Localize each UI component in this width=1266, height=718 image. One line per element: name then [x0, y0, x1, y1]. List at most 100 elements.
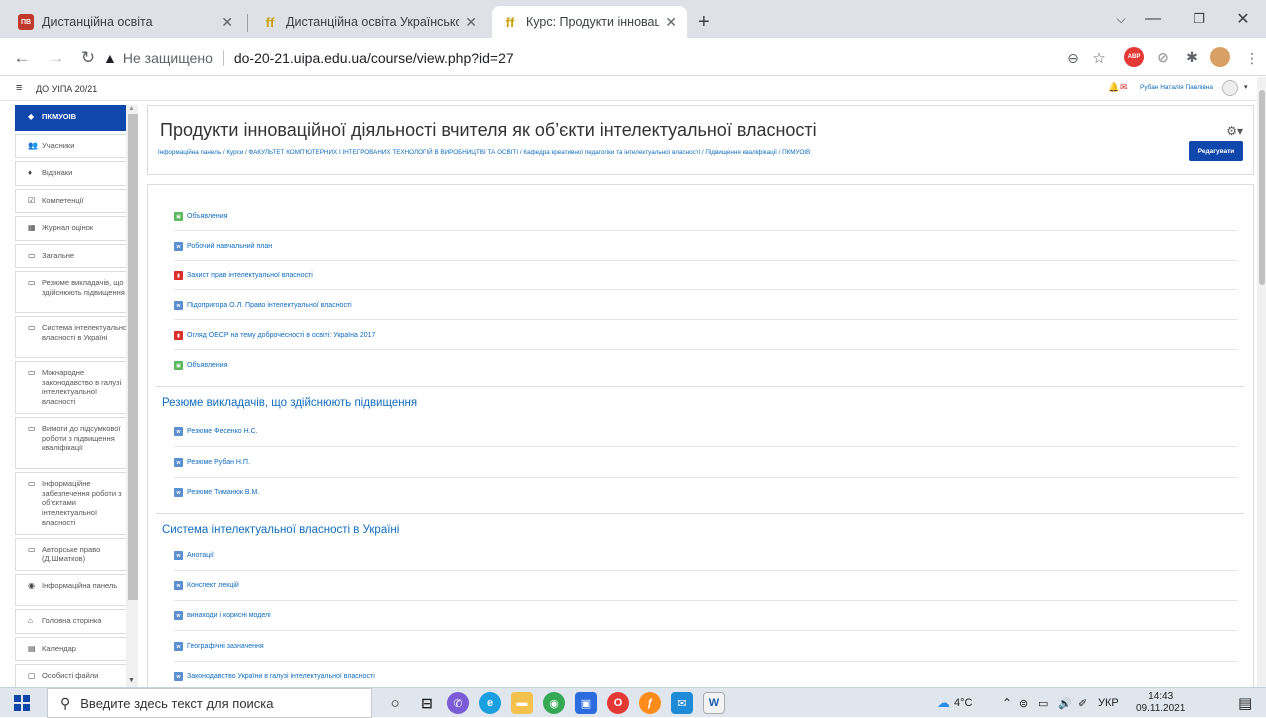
blocked-icon[interactable]: ⊘: [1153, 47, 1173, 67]
pen-icon[interactable]: ✐: [1078, 688, 1087, 718]
activity-link[interactable]: w Анотації: [174, 551, 214, 560]
activity-label[interactable]: Захист прав інтелектуальної власності: [187, 272, 313, 279]
notifications-bell-icon[interactable]: 🔔: [1108, 82, 1119, 93]
activity-label[interactable]: Резюме Фесенко Н.С.: [187, 428, 258, 435]
chrome-icon[interactable]: ◉: [543, 692, 565, 714]
url-text[interactable]: do-20-21.uipa.edu.ua/course/view.php?id=…: [234, 50, 514, 66]
close-tab-icon[interactable]: ✕: [221, 14, 233, 31]
address-bar[interactable]: ▲ Не защищено do-20-21.uipa.edu.ua/cours…: [103, 44, 1103, 72]
insecure-label[interactable]: Не защищено: [123, 50, 213, 66]
sidebar-item[interactable]: 👥 Учасники: [15, 134, 137, 159]
close-window-button[interactable]: ✕: [1220, 4, 1266, 34]
weather-widget[interactable]: ☁ 4°C: [937, 688, 972, 718]
word-icon[interactable]: W: [703, 692, 725, 714]
reload-icon[interactable]: ↻: [76, 46, 100, 70]
activity-link[interactable]: ▮ Захист прав інтелектуальної власності: [174, 271, 313, 280]
sidebar-item[interactable]: ▭ Загальне: [15, 243, 137, 268]
activity-link[interactable]: w Підопригора О.Л. Право інтелектуальної …: [174, 301, 352, 310]
section-title[interactable]: Резюме викладачів, що здійснюють підвище…: [162, 397, 417, 409]
back-icon[interactable]: ←: [10, 46, 34, 70]
edge-icon[interactable]: e: [479, 692, 501, 714]
sidebar-item[interactable]: ▭ Авторське право (Д.Шматков): [15, 537, 137, 572]
sidebar-item[interactable]: ▦ Журнал оцінок: [15, 216, 137, 241]
user-menu-name[interactable]: Рубан Наталія Павлівна: [1140, 84, 1213, 91]
activity-link[interactable]: ▮ Огляд ОЕСР на тему доброчесності в осві…: [174, 331, 375, 340]
bookmark-star-icon[interactable]: ☆: [1087, 46, 1111, 70]
activity-link[interactable]: w Географічні зазначення: [174, 642, 264, 651]
menu-kebab-icon[interactable]: ⋮: [1240, 46, 1264, 70]
activity-label[interactable]: Законодавство України в галузі інтелекту…: [187, 673, 375, 680]
activity-label[interactable]: Резюме Тиманюк В.М.: [187, 489, 259, 496]
messages-icon[interactable]: ✉: [1120, 82, 1128, 93]
cortana-icon[interactable]: ○: [384, 692, 406, 714]
activity-label[interactable]: Огляд ОЕСР на тему доброчесності в освіт…: [187, 332, 375, 339]
file-explorer-icon[interactable]: ▬: [511, 692, 533, 714]
activity-label[interactable]: Резюме Рубан Н.П.: [187, 459, 250, 466]
browser-tab-2[interactable]: ff Дистанційна освіта Українськоі ✕: [252, 6, 487, 38]
activity-label[interactable]: Объявления: [187, 362, 228, 369]
restore-button[interactable]: ❐: [1176, 4, 1222, 34]
tray-chevron-icon[interactable]: ⌃: [1002, 688, 1012, 718]
hamburger-menu-icon[interactable]: ≡: [16, 82, 22, 94]
activity-link[interactable]: w Конспект лекцій: [174, 581, 239, 590]
activity-label[interactable]: Робочий навчальний план: [187, 243, 272, 250]
sidebar-item[interactable]: ⌂ Головна сторінка: [15, 609, 137, 634]
activity-link[interactable]: w винаходи і корисні моделі: [174, 611, 271, 620]
activity-label[interactable]: Конспект лекцій: [187, 582, 239, 589]
store-icon[interactable]: ▣: [575, 692, 597, 714]
forward-icon[interactable]: →: [44, 46, 68, 70]
sidebar-item[interactable]: ◉ Інформаційна панель: [15, 574, 137, 607]
activity-link[interactable]: w Резюме Рубан Н.П.: [174, 458, 250, 467]
volume-icon[interactable]: 🔊: [1058, 688, 1072, 718]
mail-icon[interactable]: ✉: [671, 692, 693, 714]
sidebar-item[interactable]: ▭ Резюме викладачів, що здійснюють підвищ…: [15, 270, 137, 313]
battery-icon[interactable]: ▭: [1038, 688, 1048, 718]
sidebar-item[interactable]: ◆ ПКМУОІВ: [15, 105, 137, 131]
task-view-icon[interactable]: ⊟: [416, 692, 438, 714]
activity-label[interactable]: Підопригора О.Л. Право інтелектуальної в…: [187, 302, 352, 309]
activity-label[interactable]: Объявления: [187, 213, 228, 220]
page-scroll-thumb[interactable]: [1259, 90, 1265, 285]
activity-link[interactable]: w Резюме Тиманюк В.М.: [174, 488, 259, 497]
clock[interactable]: 14:43 09.11.2021: [1136, 688, 1185, 718]
puzzle-icon[interactable]: ✱: [1182, 47, 1202, 67]
user-avatar[interactable]: [1222, 80, 1238, 96]
sidebar-item[interactable]: ▭ Інформаційне забезпечення роботи з об'є…: [15, 471, 137, 535]
network-icon[interactable]: ⊜: [1019, 688, 1028, 718]
firefox-icon[interactable]: ƒ: [639, 692, 661, 714]
sidebar-scroll-thumb[interactable]: [128, 114, 138, 600]
warning-icon[interactable]: ▲: [103, 50, 117, 66]
activity-link[interactable]: ▣ Объявления: [174, 212, 228, 221]
new-tab-button[interactable]: +: [692, 6, 722, 38]
opera-icon[interactable]: O: [607, 692, 629, 714]
sidebar-item[interactable]: ♦ Відзнаки: [15, 161, 137, 186]
activity-label[interactable]: Географічні зазначення: [187, 643, 264, 650]
language-indicator[interactable]: УКР: [1098, 688, 1119, 718]
sidebar-item[interactable]: ▭ Вимоги до підсумкової роботи з підвищен…: [15, 416, 137, 469]
activity-label[interactable]: винаходи і корисні моделі: [187, 612, 271, 619]
taskbar-search-box[interactable]: ⚲ Введите здесь текст для поиска: [47, 688, 372, 718]
zoom-icon[interactable]: ⊖: [1061, 46, 1085, 70]
profile-avatar-icon[interactable]: [1210, 47, 1230, 67]
breadcrumb[interactable]: Інформаційна панель / Курси / ФАКУЛЬТЕТ …: [158, 149, 810, 156]
close-tab-icon[interactable]: ✕: [665, 14, 677, 31]
close-tab-icon[interactable]: ✕: [465, 14, 477, 31]
site-name[interactable]: ДО УІПА 20/21: [36, 84, 97, 94]
activity-link[interactable]: w Робочий навчальний план: [174, 242, 272, 251]
sidebar-item[interactable]: ☑ Компетенції: [15, 188, 137, 214]
sidebar-item[interactable]: ▭ Система інтелектуальної власності в Укр…: [15, 315, 137, 358]
sidebar-item[interactable]: ▭ Міжнародне законодавство в галузі інтел…: [15, 360, 137, 414]
browser-tab-1[interactable]: ПВ Дистанційна освіта ✕: [8, 6, 243, 38]
activity-label[interactable]: Анотації: [187, 552, 214, 559]
browser-tab-active[interactable]: ff Курс: Продукти інноваційної дія ✕: [492, 6, 687, 38]
activity-link[interactable]: ▣ Объявления: [174, 361, 228, 370]
activity-link[interactable]: w Резюме Фесенко Н.С.: [174, 427, 258, 436]
viber-icon[interactable]: ✆: [447, 692, 469, 714]
activity-link[interactable]: w Законодавство України в галузі інтелект…: [174, 672, 375, 681]
sidebar-scroll-up-icon[interactable]: ▲: [128, 105, 135, 112]
gear-icon[interactable]: ⚙▾: [1226, 124, 1243, 138]
sidebar-item[interactable]: ▢ Особисті файли: [15, 663, 137, 687]
section-title[interactable]: Система інтелектуальної власності в Укра…: [162, 524, 399, 536]
user-menu-caret-icon[interactable]: ▾: [1244, 83, 1248, 91]
abp-icon[interactable]: ABP: [1124, 47, 1144, 67]
